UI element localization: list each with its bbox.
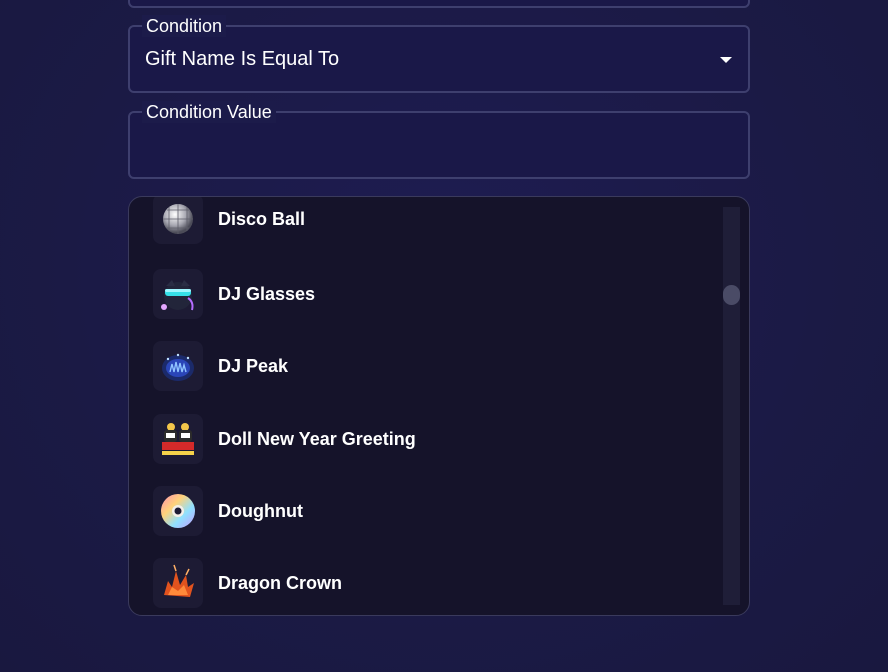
- scrollbar[interactable]: [723, 207, 740, 605]
- disco-ball-icon: [153, 197, 203, 244]
- condition-value-field[interactable]: Condition Value: [128, 101, 750, 179]
- list-item-label: Doughnut: [218, 500, 303, 521]
- condition-select[interactable]: Condition Gift Name Is Equal To: [128, 15, 750, 93]
- scrollbar-thumb[interactable]: [723, 285, 740, 305]
- dj-peak-icon: [153, 341, 203, 391]
- doll-new-year-greeting-icon: [153, 414, 203, 464]
- doughnut-icon: [153, 486, 203, 536]
- page: Condition Gift Name Is Equal To Conditio…: [0, 0, 888, 672]
- condition-value-label: Condition Value: [142, 101, 276, 123]
- gift-dropdown-list[interactable]: Disco Ball DJ Glasses DJ Peak Doll New Y…: [128, 196, 750, 616]
- dj-glasses-icon: [153, 269, 203, 319]
- list-item-doll-new-year-greeting[interactable]: Doll New Year Greeting: [153, 414, 416, 464]
- list-item-dragon-crown[interactable]: Dragon Crown: [153, 558, 342, 608]
- condition-label: Condition: [142, 15, 227, 37]
- condition-selected-value: Gift Name Is Equal To: [145, 48, 340, 70]
- previous-field[interactable]: [128, 0, 750, 8]
- list-item-label: Doll New Year Greeting: [218, 428, 416, 449]
- list-item-label: DJ Peak: [218, 355, 289, 376]
- list-item-label: Dragon Crown: [218, 572, 342, 593]
- list-item-disco-ball[interactable]: Disco Ball: [153, 197, 306, 244]
- list-item-dj-glasses[interactable]: DJ Glasses: [153, 269, 315, 319]
- chevron-down-icon[interactable]: [720, 57, 732, 63]
- list-item-doughnut[interactable]: Doughnut: [153, 486, 303, 536]
- list-item-label: Disco Ball: [218, 208, 306, 229]
- dragon-crown-icon: [153, 558, 203, 608]
- gift-list: Disco Ball DJ Glasses DJ Peak Doll New Y…: [129, 197, 719, 615]
- list-item-label: DJ Glasses: [218, 283, 316, 304]
- list-item-dj-peak[interactable]: DJ Peak: [153, 341, 288, 391]
